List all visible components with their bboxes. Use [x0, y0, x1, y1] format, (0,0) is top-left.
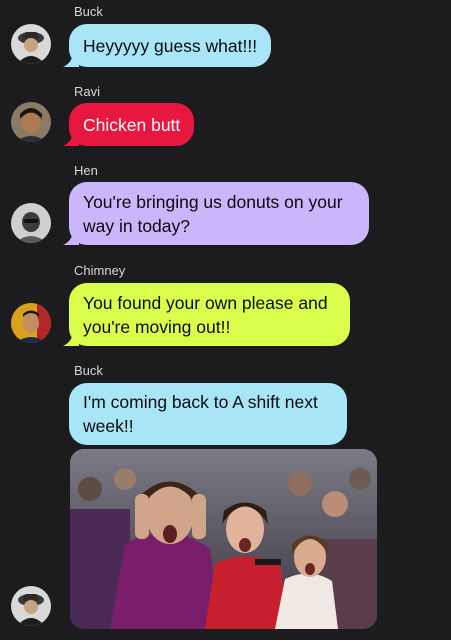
person-avatar-icon — [11, 102, 51, 142]
avatar-chimney[interactable] — [11, 303, 51, 343]
sender-name-ravi: Ravi — [74, 84, 101, 99]
avatar-ravi[interactable] — [11, 102, 51, 142]
avatar-hen[interactable] — [11, 203, 51, 243]
message-bubble-buck[interactable]: I'm coming back to A shift next week!! — [69, 383, 347, 445]
message-text: You're bringing us donuts on your way in… — [83, 191, 343, 236]
avatar-buck[interactable] — [11, 586, 51, 626]
cheering-crowd-image — [70, 449, 377, 629]
firefighter-avatar-icon — [11, 586, 51, 626]
person-avatar-icon — [11, 203, 51, 243]
sender-name-buck: Buck — [74, 363, 103, 378]
gif-attachment[interactable] — [70, 449, 377, 629]
message-text: I'm coming back to A shift next week!! — [83, 392, 318, 436]
message-bubble-hen[interactable]: You're bringing us donuts on your way in… — [63, 182, 369, 245]
message-text: You found your own please and you're mov… — [83, 292, 328, 337]
message-text: Chicken butt — [83, 114, 181, 135]
sender-name-buck: Buck — [74, 4, 103, 19]
avatar-buck[interactable] — [11, 24, 51, 64]
message-text: Heyyyyy guess what!!! — [83, 35, 258, 56]
person-avatar-icon — [11, 303, 51, 343]
message-bubble-chimney[interactable]: You found your own please and you're mov… — [63, 283, 350, 346]
firefighter-avatar-icon — [11, 24, 51, 64]
message-bubble-buck[interactable]: Heyyyyy guess what!!! — [63, 24, 272, 67]
sender-name-chimney: Chimney — [74, 263, 126, 278]
message-bubble-ravi[interactable]: Chicken butt — [63, 103, 195, 146]
sender-name-hen: Hen — [74, 163, 98, 178]
